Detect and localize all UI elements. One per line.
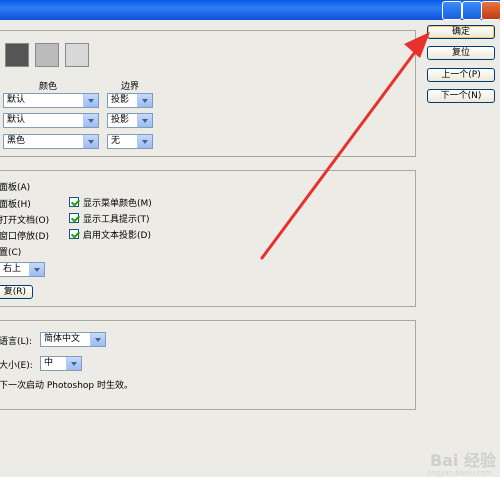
annotation-arrow: [260, 32, 430, 260]
baidu-watermark: Bai 经验: [429, 451, 496, 470]
watermark-url: jingyan.baidu.com: [427, 469, 492, 477]
